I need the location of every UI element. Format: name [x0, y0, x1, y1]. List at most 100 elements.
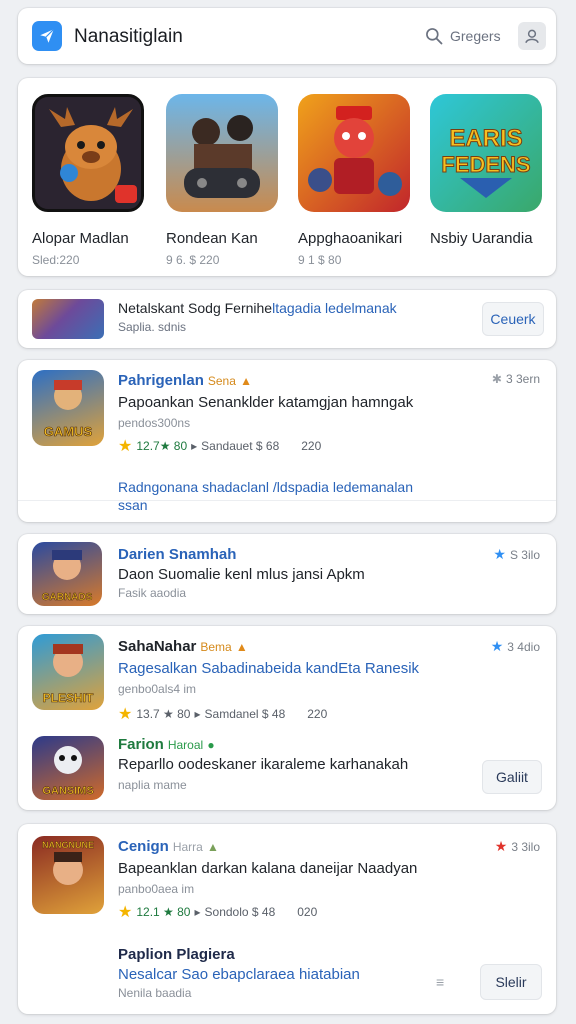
game-title-text: SahaNahar — [118, 638, 197, 655]
svg-text:NANGNUNE: NANGNUNE — [42, 840, 94, 850]
get-button[interactable]: Slelir — [480, 964, 542, 1000]
svg-text:PLESHIT: PLESHIT — [43, 691, 94, 705]
game-title-text: Farion — [118, 736, 164, 753]
banner-title-part: Netalskant Sodg Fernihe — [118, 300, 273, 316]
earis-fedens-logo-icon: EARIS FEDENS — [430, 94, 542, 212]
game-title-text: Cenign — [118, 838, 169, 855]
game-title: Cenign Harra ▲ — [118, 838, 219, 855]
game-link[interactable]: Radngonana shadaclanl /ldspadia ledemana… — [118, 478, 438, 514]
banner-title: Netalskant Sodg Ferniheltagadia ledelman… — [118, 300, 397, 316]
featured-item[interactable]: Rondean Kan 9 6. $ 220 — [166, 94, 282, 267]
game-subtitle: panbo0aea im — [118, 882, 195, 896]
leaf-icon: ● — [207, 738, 215, 752]
game-side-info: ★ 3 3ilo — [495, 838, 540, 855]
banner-button[interactable]: Ceuerk — [482, 302, 544, 336]
banner-subtitle: Saplia. sdnis — [118, 320, 187, 334]
game-subtitle: pendos300ns — [118, 416, 191, 430]
game-side-text: 3 3ern — [505, 372, 540, 386]
app-logo[interactable] — [32, 21, 62, 51]
game-subtitle: Fasik aaodia — [118, 586, 187, 600]
game-stats: ★ 13.7 ★ 80 ▸ Samdanel $ 48 220 — [118, 704, 327, 724]
game-stat: Samdanel $ 48 — [204, 707, 286, 721]
game-subtitle: naplia mame — [118, 778, 187, 792]
featured-name: Rondean Kan — [166, 230, 258, 247]
profile-avatar[interactable] — [518, 22, 546, 50]
game-side-text: 3 4dio — [507, 639, 540, 654]
chevron-right-icon: ▸ — [194, 905, 201, 919]
game-stat: Sandauet $ 68 — [201, 439, 280, 453]
game-card[interactable]: GAMUS Pahrigenlan Sena ▲ ✱ 3 3ern Papoanka… — [18, 360, 556, 522]
game-tag: Sena — [207, 374, 236, 388]
game-icon: NANGNUNE — [32, 836, 104, 914]
game-icon: GANSIMS — [32, 736, 104, 800]
game-side-info: ★ S 3ilo — [493, 546, 540, 563]
game-stat: Sondolo $ 48 — [204, 905, 276, 919]
featured-item[interactable]: EARIS FEDENS Nsbiy Uarandia — [430, 94, 546, 253]
game-tag: Bema — [200, 640, 232, 654]
star-icon: ★ — [118, 904, 133, 921]
game-description: Ragesalkan Sabadinabeida kandEta Ranesik — [118, 660, 420, 677]
game-title: Paplion Plagiera — [118, 946, 235, 963]
game-stats: ★ 12.7★ 80 ▸ Sandauet $ 68 220 — [118, 436, 321, 456]
game-rating: 12.1 ★ 80 — [136, 905, 191, 919]
star-icon: ★ — [493, 546, 506, 562]
game-card[interactable]: PLESHIT SahaNahar Bema ▲ ★ 3 4dio Ragesalk… — [18, 626, 556, 810]
featured-name: Alopar Madlan — [32, 230, 129, 247]
svg-text:EARIS: EARIS — [449, 125, 522, 152]
banner-thumbnail — [32, 299, 104, 339]
gamepad-heroes-icon — [166, 94, 278, 212]
game-count: 220 — [301, 439, 322, 453]
featured-item[interactable]: Appghaoanikari 9 1 $ 80 — [298, 94, 414, 267]
user-icon — [525, 29, 539, 44]
game-icon: PLESHIT — [32, 634, 104, 710]
featured-meta: 9 6. $ 220 — [166, 253, 220, 267]
game-description: Nesalcar Sao ebapclaraea hiatabian — [118, 966, 360, 983]
game-card[interactable]: GABNADS Darien Snamhah ★ S 3ilo Daon Suom… — [18, 534, 556, 614]
game-count: 020 — [297, 905, 318, 919]
game-side-info: ★ 3 4dio — [491, 638, 540, 655]
moose-character-icon — [32, 94, 144, 212]
game-title: Farion Haroal ● — [118, 736, 215, 753]
paper-plane-icon — [40, 28, 55, 43]
star-icon: ★ — [118, 438, 133, 455]
game-title: Pahrigenlan Sena ▲ — [118, 372, 252, 389]
svg-text:GAMUS: GAMUS — [44, 424, 93, 439]
sort-icon[interactable]: ≡ — [436, 974, 444, 990]
featured-meta: Sled:220 — [32, 253, 80, 267]
game-description: Reparllo oodeskaner ikaraleme karhanakah — [118, 756, 409, 773]
game-subtitle: Nenila baadia — [118, 986, 192, 1000]
game-description: Daon Suomalie kenl mlus jansi Apkm — [118, 566, 365, 583]
featured-name: Nsbiy Uarandia — [430, 230, 533, 247]
game-title: SahaNahar Bema ▲ — [118, 638, 248, 655]
leaf-icon: ▲ — [207, 840, 219, 854]
game-icon: GABNADS — [32, 542, 102, 606]
star-icon: ★ — [490, 638, 504, 654]
game-tag: Haroal — [167, 738, 204, 752]
game-stats: ★ 12.1 ★ 80 ▸ Sondolo $ 48 020 — [118, 902, 317, 922]
search-icon[interactable] — [424, 26, 444, 46]
featured-carousel: Alopar Madlan Sled:220 Rondean Kan 9 6. … — [18, 78, 556, 276]
divider — [18, 500, 556, 501]
fire-icon: ▲ — [240, 374, 252, 388]
promo-banner[interactable]: Netalskant Sodg Ferniheltagadia ledelman… — [18, 290, 556, 348]
game-title: Darien Snamhah — [118, 546, 237, 563]
app-title: Nanasitiglain — [74, 26, 183, 47]
puzzle-icon: ✱ — [491, 372, 502, 386]
game-card[interactable]: NANGNUNE Cenign Harra ▲ ★ 3 3ilo Bapeankla… — [18, 824, 556, 1014]
game-icon: GAMUS — [32, 370, 104, 446]
top-bar: Nanasitiglain Gregers — [18, 8, 556, 64]
svg-text:GANSIMS: GANSIMS — [42, 785, 93, 797]
star-icon: ★ — [494, 838, 508, 854]
star-icon: ★ — [118, 706, 133, 723]
game-rating: 13.7 ★ 80 — [136, 707, 191, 721]
search-label[interactable]: Gregers — [450, 28, 501, 44]
game-side-text: S 3ilo — [509, 547, 540, 562]
chevron-right-icon: ▸ — [191, 439, 198, 453]
game-count: 220 — [307, 707, 328, 721]
game-side-text: 3 3ilo — [511, 839, 540, 854]
featured-item[interactable]: Alopar Madlan Sled:220 — [32, 94, 148, 267]
featured-meta: 9 1 $ 80 — [298, 253, 342, 267]
fire-icon: ▲ — [235, 640, 248, 654]
get-button[interactable]: Galiit — [482, 760, 542, 794]
game-description: Papoankan Senanklder katamgjan hamngak — [118, 394, 414, 411]
